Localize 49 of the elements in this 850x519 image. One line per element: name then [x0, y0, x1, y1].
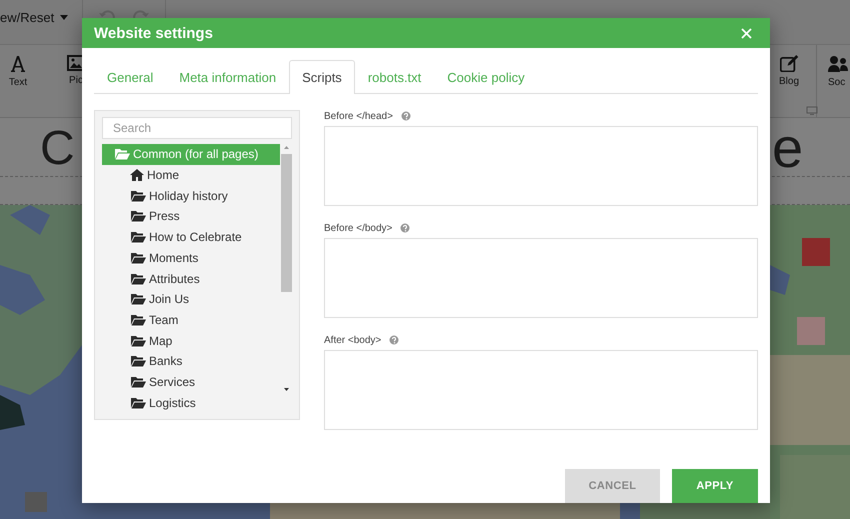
script-field[interactable] — [324, 238, 758, 318]
folder-icon — [130, 355, 146, 368]
tree-item[interactable]: Press — [102, 206, 280, 227]
toolbar-button[interactable]: Soc — [816, 45, 850, 117]
help-icon[interactable] — [400, 111, 411, 121]
letter-icon — [9, 55, 27, 73]
field-label: After <body> — [324, 334, 382, 346]
menu-label[interactable]: ew/Reset — [0, 10, 54, 24]
toolbar-button[interactable]: Blog — [772, 45, 806, 117]
tree-item[interactable]: Moments — [102, 248, 280, 268]
tree-item[interactable]: Home — [102, 164, 280, 186]
tree-item[interactable]: Banks — [102, 350, 280, 372]
help-icon[interactable] — [400, 223, 410, 233]
home-icon — [130, 169, 144, 182]
monitor-icon[interactable] — [806, 106, 818, 115]
tree-item[interactable]: Join Us — [102, 288, 280, 310]
folder-icon — [130, 396, 146, 409]
tab[interactable]: Scripts — [289, 60, 355, 94]
tree-item[interactable]: Holiday history — [102, 185, 280, 206]
help-icon[interactable] — [389, 335, 400, 345]
tree-item[interactable]: Team — [102, 310, 280, 330]
tree-item[interactable]: How to Celebrate — [102, 226, 280, 248]
folder-icon — [130, 252, 146, 264]
close-icon[interactable] — [739, 26, 754, 40]
folder-icon — [114, 148, 130, 160]
people-icon — [828, 55, 848, 73]
tree-item[interactable]: Attributes — [102, 268, 280, 289]
script-field[interactable] — [324, 350, 758, 430]
folder-icon — [130, 293, 146, 306]
caret-icon[interactable] — [60, 14, 68, 20]
folder-icon — [130, 314, 146, 326]
script-field[interactable] — [324, 126, 758, 206]
search-field[interactable]: Search — [102, 117, 292, 140]
edit-icon — [780, 55, 798, 72]
folder-icon — [130, 231, 146, 244]
field-label: Before </body> — [324, 222, 392, 234]
page-heading: C — [40, 121, 75, 177]
tree-item[interactable]: Services — [102, 372, 280, 392]
dialog-title: Website settings — [94, 24, 213, 42]
folder-icon — [130, 190, 146, 202]
page-heading: e — [772, 115, 804, 181]
tree-item[interactable]: Map — [102, 330, 280, 351]
toolbar-button[interactable]: Text — [1, 45, 35, 117]
field-label: Before </head> — [324, 110, 393, 122]
folder-icon — [130, 376, 146, 388]
folder-icon — [130, 334, 146, 347]
tree-item[interactable]: Logistics — [102, 392, 280, 413]
folder-icon — [130, 272, 146, 285]
folder-icon — [130, 210, 146, 222]
